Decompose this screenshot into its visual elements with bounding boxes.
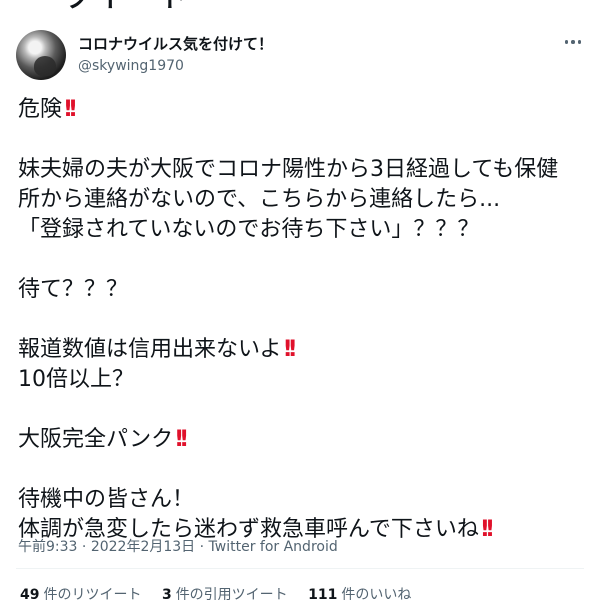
quotes-stat[interactable]: 3 件の引用ツイート: [162, 587, 288, 600]
tweet-stats: 49 件のリツイート 3 件の引用ツイート 111 件のいいね: [20, 584, 427, 600]
tweet-line: 危険!!: [18, 97, 78, 122]
tweet-date-link[interactable]: 2022年2月13日: [91, 539, 195, 555]
tweet-line: 報道数値は信用出来ないよ!!: [18, 337, 298, 362]
tweet-meta: 午前9:33 · 2022年2月13日 · Twitter for Androi…: [18, 539, 338, 555]
double-exclamation-icon: !!: [282, 337, 298, 362]
user-names: コロナウイルス気を付けて！ @skywing1970: [78, 34, 273, 76]
more-options-icon[interactable]: [560, 32, 586, 52]
tweet-line: 10倍以上？: [18, 367, 134, 392]
tweet-line: 所から連絡がないので、こちらから連絡したら...: [18, 187, 501, 212]
header-partial: ツイート: [0, 0, 600, 12]
tweet-line: 「登録されていないのでお待ち下さい」？？？: [18, 217, 480, 242]
tweet-time-link[interactable]: 午前9:33: [18, 539, 77, 555]
tweet-source-link[interactable]: Twitter for Android: [209, 539, 338, 555]
tweet-line: 待機中の皆さん！: [18, 487, 195, 512]
likes-stat[interactable]: 111 件のいいね: [308, 587, 411, 600]
display-name[interactable]: コロナウイルス気を付けて！: [78, 34, 273, 54]
divider: [16, 568, 584, 569]
avatar[interactable]: [16, 30, 66, 80]
tweet-header: コロナウイルス気を付けて！ @skywing1970: [16, 30, 586, 82]
double-exclamation-icon: !!: [479, 517, 495, 542]
tweet-line: 大阪完全パンク!!: [18, 427, 189, 452]
tweet-line: 妹夫婦の夫が大阪でコロナ陽性から3日経過しても保健: [18, 157, 559, 182]
tweet-line: 待て？？？: [18, 277, 129, 302]
double-exclamation-icon: !!: [63, 97, 78, 122]
double-exclamation-icon: !!: [174, 427, 189, 452]
user-handle[interactable]: @skywing1970: [78, 56, 273, 76]
retweets-stat[interactable]: 49 件のリツイート: [20, 587, 141, 600]
header-title: ツイート: [64, 0, 192, 12]
tweet-text: 危険!! 妹夫婦の夫が大阪でコロナ陽性から3日経過しても保健 所から連絡がないの…: [18, 95, 588, 545]
